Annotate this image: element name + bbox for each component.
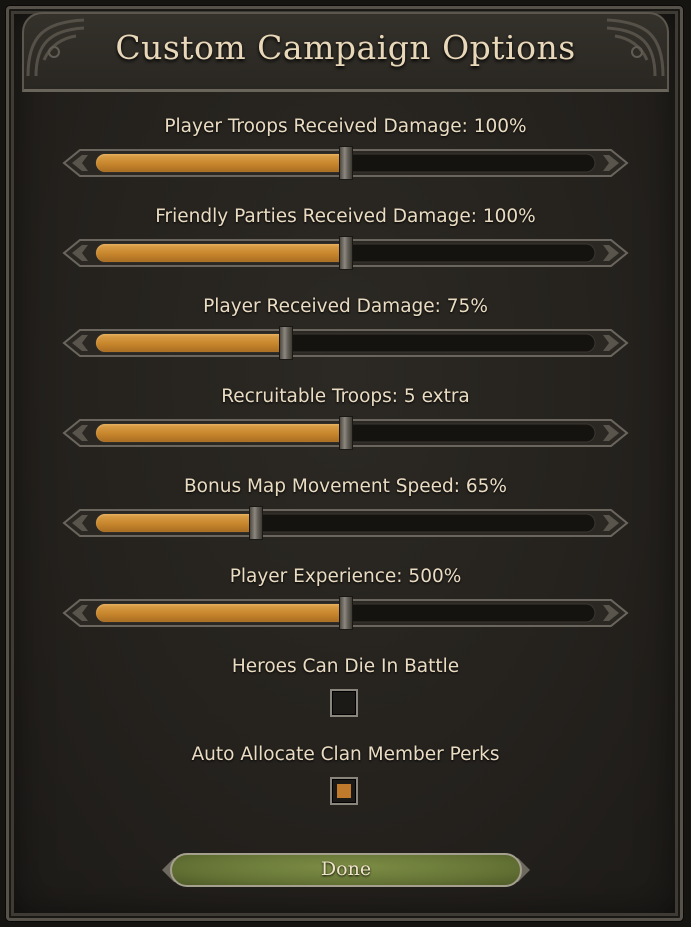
slider-player-troops-damage[interactable] xyxy=(62,146,629,180)
slider-handle[interactable] xyxy=(249,506,263,540)
slider-handle[interactable] xyxy=(339,416,353,450)
done-button-label: Done xyxy=(320,858,372,880)
slider-player-damage[interactable] xyxy=(62,326,629,360)
slider-label-recruitable-troops: Recruitable Troops: 5 extra xyxy=(221,386,470,407)
slider-handle[interactable] xyxy=(339,146,353,180)
slider-fill xyxy=(96,334,286,352)
slider-player-experience[interactable] xyxy=(62,596,629,630)
done-button[interactable]: Done xyxy=(160,851,532,889)
slider-fill xyxy=(96,604,346,622)
auto-allocate-perks-checkbox[interactable] xyxy=(330,777,358,805)
slider-friendly-parties-damage[interactable] xyxy=(62,236,629,270)
checkbox-label-auto-allocate-perks: Auto Allocate Clan Member Perks xyxy=(191,744,500,765)
slider-fill xyxy=(96,424,346,442)
slider-label-player-troops-damage: Player Troops Received Damage: 100% xyxy=(164,116,527,137)
slider-label-player-damage: Player Received Damage: 75% xyxy=(203,296,488,317)
slider-map-movement-speed[interactable] xyxy=(62,506,629,540)
slider-handle[interactable] xyxy=(279,326,293,360)
slider-label-map-movement-speed: Bonus Map Movement Speed: 65% xyxy=(183,476,507,497)
slider-fill xyxy=(96,244,346,262)
slider-label-friendly-parties-damage: Friendly Parties Received Damage: 100% xyxy=(155,206,536,227)
slider-handle[interactable] xyxy=(339,596,353,630)
slider-recruitable-troops[interactable] xyxy=(62,416,629,450)
checkmark-icon xyxy=(337,784,351,798)
slider-fill xyxy=(96,154,346,172)
slider-label-player-experience: Player Experience: 500% xyxy=(229,566,462,587)
heroes-can-die-checkbox[interactable] xyxy=(330,689,358,717)
dialog-title: Custom Campaign Options xyxy=(115,28,576,67)
slider-handle[interactable] xyxy=(339,236,353,270)
checkbox-label-heroes-can-die: Heroes Can Die In Battle xyxy=(231,656,460,677)
slider-fill xyxy=(96,514,256,532)
